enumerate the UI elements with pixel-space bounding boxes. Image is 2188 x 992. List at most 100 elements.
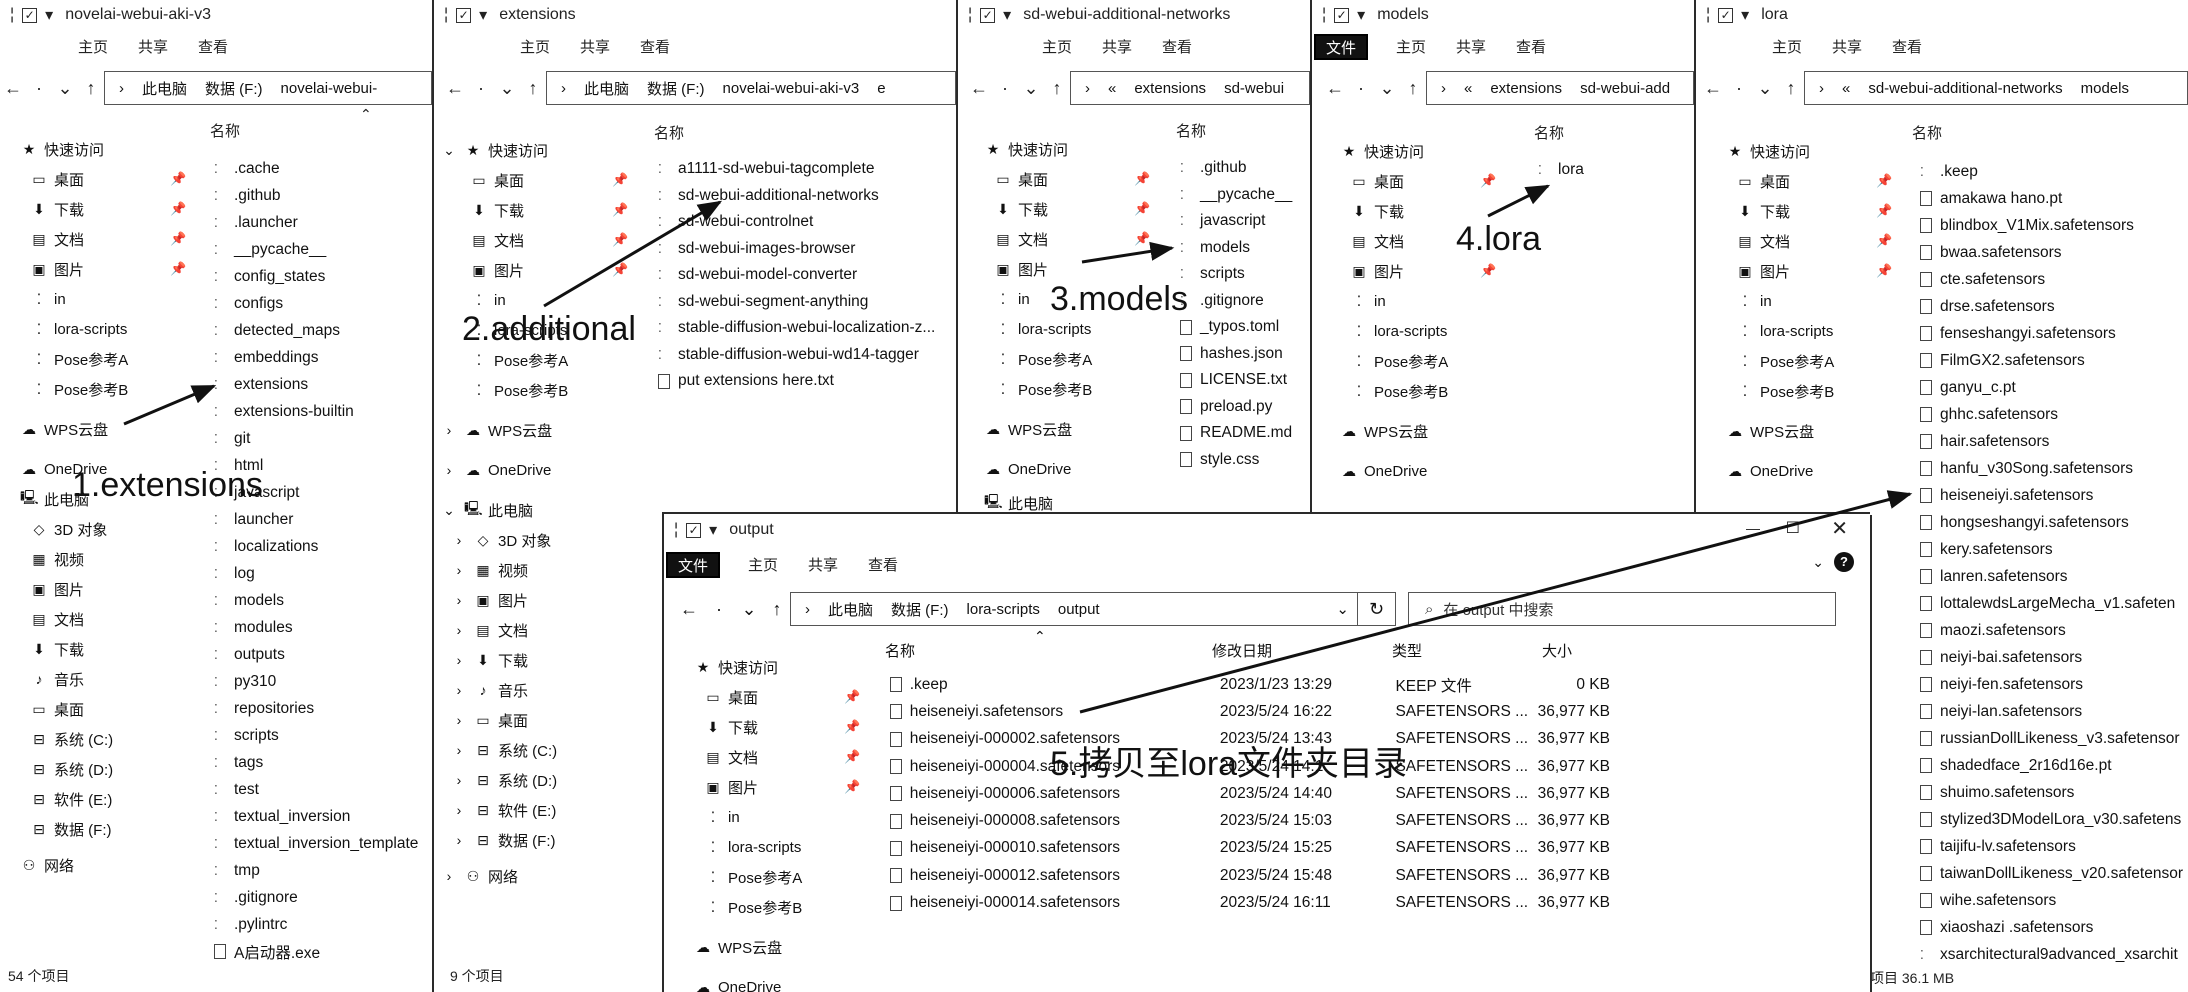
tab-view[interactable]: 查看 <box>640 36 670 58</box>
list-item[interactable]: README.md <box>1180 420 1292 447</box>
sidebar-item-downloads[interactable]: ⬇ 下载 📌 <box>1726 196 1896 226</box>
dropdown-icon[interactable]: ⌄ <box>734 599 764 620</box>
checkbox-icon[interactable]: ✓ <box>980 7 996 23</box>
sidebar-item-drive-e[interactable]: › ⊟ 软件 (E:) <box>440 795 610 825</box>
list-item[interactable]: taijifu-lv.safetensors <box>1920 833 2183 860</box>
list-item[interactable]: maozi.safetensors <box>1920 617 2183 644</box>
list-item[interactable]: ghhc.safetensors <box>1920 401 2183 428</box>
list-item[interactable]: ⁚ test <box>214 776 418 803</box>
checkbox-icon[interactable]: ✓ <box>1334 7 1350 23</box>
tab-file[interactable]: 文件 <box>1313 34 1369 60</box>
list-item[interactable]: ⁚ .gitignore <box>1180 288 1292 315</box>
dropdown-icon[interactable]: ▾ <box>45 5 53 25</box>
back-icon[interactable]: ← <box>966 78 992 99</box>
list-item[interactable]: _typos.toml <box>1180 314 1292 341</box>
sidebar-item-in[interactable]: ⁚ in <box>1726 286 1896 316</box>
list-item[interactable]: ⁚ models <box>1180 235 1292 262</box>
refresh-icon[interactable]: ↻ <box>1358 592 1396 626</box>
sidebar-item-pose-b[interactable]: ⁚ Pose参考B <box>984 374 1154 404</box>
sidebar-item-desktop[interactable]: ▭ 桌面 📌 <box>20 164 190 194</box>
sidebar-item-3d[interactable]: ◇ 3D 对象 <box>20 514 190 544</box>
list-item[interactable]: FilmGX2.safetensors <box>1920 347 2183 374</box>
dropdown-icon[interactable]: ⌄ <box>1018 78 1044 99</box>
list-item[interactable]: ⁚ sd-webui-controlnet <box>658 209 935 236</box>
chevron-right-icon[interactable]: › <box>440 868 458 884</box>
tab-share[interactable]: 共享 <box>1832 36 1862 58</box>
breadcrumb[interactable]: extensions <box>1134 80 1206 97</box>
tab-share[interactable]: 共享 <box>138 36 168 58</box>
table-row[interactable]: heiseneiyi.safetensors 2023/5/24 16:22 SAF… <box>890 698 1610 725</box>
list-item[interactable]: ⁚ config_states <box>214 263 418 290</box>
chevron-right-icon[interactable]: › <box>440 462 458 478</box>
list-item[interactable]: hanfu_v30Song.safetensors <box>1920 455 2183 482</box>
list-item[interactable]: ⁚ textual_inversion <box>214 803 418 830</box>
list-item[interactable]: ⁚ .cache <box>214 155 418 182</box>
sidebar-item-this-pc[interactable]: ⌄ 🖳 此电脑 <box>440 495 610 525</box>
chevron-right-icon[interactable]: › <box>450 622 468 638</box>
list-item[interactable]: ⁚ modules <box>214 614 418 641</box>
up-icon[interactable]: ↑ <box>1044 78 1070 99</box>
column-header-name[interactable]: 名称 <box>1176 120 1206 141</box>
list-item[interactable]: ⁚ log <box>214 560 418 587</box>
breadcrumb[interactable]: 数据 (F:) <box>205 78 263 99</box>
tab-home[interactable]: 主页 <box>748 554 778 576</box>
list-item[interactable]: blindbox_V1Mix.safetensors <box>1920 212 2183 239</box>
up-icon[interactable]: ↑ <box>764 599 790 620</box>
list-item[interactable]: ⁚ extensions-builtin <box>214 398 418 425</box>
column-header-name[interactable]: 名称 <box>654 122 684 143</box>
forward-icon[interactable]: · <box>704 599 734 620</box>
sidebar-item-documents[interactable]: ▤ 文档 📌 <box>984 224 1154 254</box>
breadcrumb[interactable]: sd-webui <box>1224 80 1284 97</box>
search-input[interactable]: ⌕ 在 output 中搜索 <box>1408 592 1836 626</box>
sidebar-item-desktop[interactable]: ▭ 桌面 📌 <box>694 682 864 712</box>
chevron-down-icon[interactable]: ⌄ <box>440 502 458 519</box>
sidebar-item-pose-b[interactable]: ⁚ Pose参考B <box>694 892 864 922</box>
tab-view[interactable]: 查看 <box>198 36 228 58</box>
list-item[interactable]: stylized3DModelLora_v30.safetens <box>1920 806 2183 833</box>
list-item[interactable]: ⁚ git <box>214 425 418 452</box>
checkbox-icon[interactable]: ✓ <box>1718 7 1734 23</box>
sidebar-item-videos[interactable]: › ▦ 视频 <box>440 555 610 585</box>
list-item[interactable]: ⁚ localizations <box>214 533 418 560</box>
list-item[interactable]: ⁚ __pycache__ <box>1180 182 1292 209</box>
list-item[interactable]: ganyu_c.pt <box>1920 374 2183 401</box>
up-icon[interactable]: ↑ <box>520 78 546 99</box>
list-item[interactable]: shuimo.safetensors <box>1920 779 2183 806</box>
sidebar-item-desktop[interactable]: ▭ 桌面 📌 <box>440 165 628 195</box>
breadcrumb[interactable]: 数据 (F:) <box>647 78 705 99</box>
tab-home[interactable]: 主页 <box>78 36 108 58</box>
list-item[interactable]: ⁚ stable-diffusion-webui-wd14-tagger <box>658 342 935 369</box>
sidebar-item-drive-d[interactable]: ⊟ 系统 (D:) <box>20 754 190 784</box>
sidebar-item-drive-e[interactable]: ⊟ 软件 (E:) <box>20 784 190 814</box>
tab-share[interactable]: 共享 <box>1456 36 1486 58</box>
list-item[interactable]: hashes.json <box>1180 341 1292 368</box>
tab-share[interactable]: 共享 <box>580 36 610 58</box>
sidebar-item-pictures2[interactable]: › ▣ 图片 <box>440 585 610 615</box>
list-item[interactable]: russianDollLikeness_v3.safetensor <box>1920 725 2183 752</box>
dropdown-icon[interactable]: ▾ <box>1741 5 1749 25</box>
back-icon[interactable]: ← <box>0 78 26 99</box>
column-header-name[interactable]: 名称 <box>1534 122 1564 143</box>
list-item[interactable]: LICENSE.txt <box>1180 367 1292 394</box>
chevron-right-icon[interactable]: › <box>450 682 468 698</box>
chevron-right-icon[interactable]: › <box>450 742 468 758</box>
tab-home[interactable]: 主页 <box>520 36 550 58</box>
sidebar-item-documents[interactable]: ▤ 文档 📌 <box>440 225 628 255</box>
sidebar-item-documents[interactable]: ▤ 文档 📌 <box>694 742 864 772</box>
sidebar-item-pictures[interactable]: ▣ 图片 📌 <box>694 772 864 802</box>
address-bar[interactable]: › 此电脑 数据 (F:) lora-scripts output ⌄ <box>790 592 1358 626</box>
list-item[interactable]: fenseshangyi.safetensors <box>1920 320 2183 347</box>
minimize-icon[interactable]: — <box>1746 520 1760 536</box>
checkbox-icon[interactable]: ✓ <box>456 7 472 23</box>
address-bar[interactable]: › 此电脑 数据 (F:) novelai-webui- <box>104 71 432 105</box>
list-item[interactable]: ⁚ a1111-sd-webui-tagcomplete <box>658 156 935 183</box>
back-icon[interactable]: ← <box>442 78 468 99</box>
tab-home[interactable]: 主页 <box>1396 36 1426 58</box>
sidebar-item-wps[interactable]: ☁ WPS云盘 <box>984 414 1154 444</box>
list-item[interactable]: hair.safetensors <box>1920 428 2183 455</box>
sidebar-item-pose-a[interactable]: ⁚ Pose参考A <box>984 344 1154 374</box>
chevron-down-icon[interactable]: ⌄ <box>1812 554 1824 571</box>
sidebar-item-pose-a[interactable]: ⁚ Pose参考A <box>694 862 864 892</box>
breadcrumb[interactable]: 数据 (F:) <box>891 599 949 620</box>
up-icon[interactable]: ↑ <box>1778 78 1804 99</box>
